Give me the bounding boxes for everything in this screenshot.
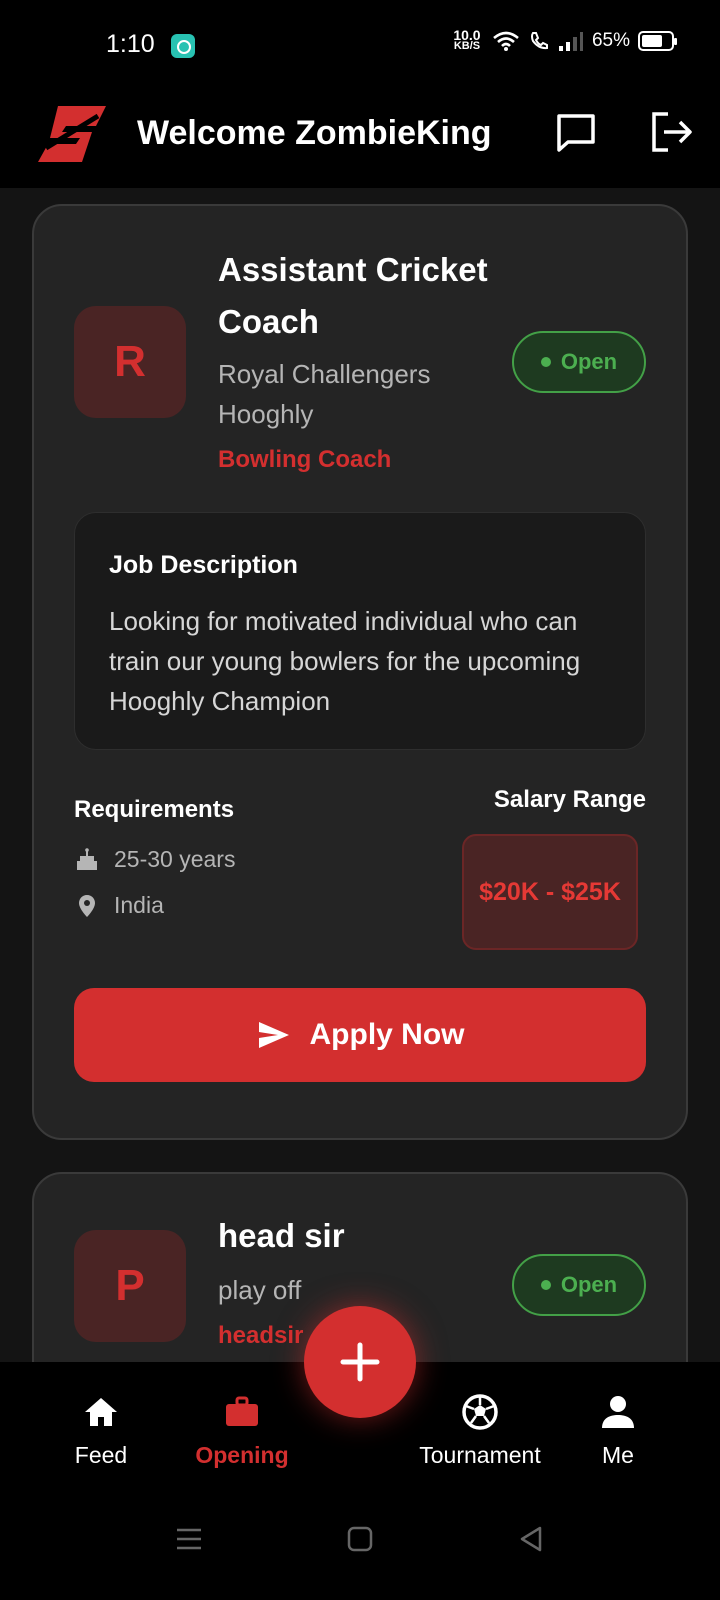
notification-app-icon xyxy=(171,34,195,58)
logout-icon[interactable] xyxy=(648,108,696,156)
location-pin-icon xyxy=(79,894,95,917)
chat-icon[interactable] xyxy=(552,108,600,156)
status-badge: Open xyxy=(512,1254,646,1316)
job-description-title: Job Description xyxy=(109,551,298,579)
status-badge-label: Open xyxy=(560,1272,618,1297)
nav-item-label: Feed xyxy=(74,1442,128,1468)
company-avatar: P xyxy=(74,1230,186,1342)
company-avatar: R xyxy=(74,306,186,418)
apply-now-label: Apply Now xyxy=(309,1018,465,1051)
nav-item-opening[interactable]: Opening xyxy=(192,1392,292,1469)
job-description-box: Job Description Looking for motivated in… xyxy=(74,512,646,750)
call-icon xyxy=(530,32,548,50)
network-speed-unit: KB/S xyxy=(453,40,481,52)
nav-item-label: Me xyxy=(602,1442,634,1468)
requirement-age-text: 25-30 years xyxy=(114,846,236,872)
status-badge: Open xyxy=(512,331,646,393)
plus-icon xyxy=(340,1342,380,1382)
job-category: headsir xyxy=(218,1322,304,1349)
cake-icon xyxy=(77,847,97,870)
salary-range-title: Salary Range xyxy=(493,786,646,813)
send-icon xyxy=(258,1022,289,1048)
brand-logo-icon xyxy=(38,106,106,162)
briefcase-icon xyxy=(226,1396,258,1426)
status-dot-icon xyxy=(540,357,551,367)
job-company: play off xyxy=(218,1275,302,1305)
job-title: Assistant Cricket Coach xyxy=(218,251,488,340)
person-icon xyxy=(602,1396,634,1428)
system-navigation-bar xyxy=(0,1482,720,1600)
home-icon xyxy=(85,1398,117,1426)
job-title: head sir xyxy=(218,1217,345,1254)
nav-item-tournament[interactable]: Tournament xyxy=(410,1392,550,1469)
add-button[interactable] xyxy=(304,1306,416,1418)
menu-icon[interactable] xyxy=(172,1522,206,1556)
job-card: R Assistant Cricket Coach Royal Challeng… xyxy=(32,204,688,1140)
salary-range-value: $20K - $25K xyxy=(462,834,638,950)
requirement-location-text: India xyxy=(114,892,164,918)
soccer-ball-icon xyxy=(462,1394,498,1430)
requirement-age: 25-30 years xyxy=(74,846,235,873)
requirement-location: India xyxy=(74,892,164,919)
status-badge-label: Open xyxy=(560,349,618,374)
requirements-title: Requirements xyxy=(74,796,235,823)
home-square-icon[interactable] xyxy=(343,1522,377,1556)
nav-item-label: Opening xyxy=(195,1442,289,1468)
job-list[interactable]: R Assistant Cricket Coach Royal Challeng… xyxy=(0,188,720,1362)
job-description-text: Looking for motivated individual who can… xyxy=(109,606,581,716)
nav-item-me[interactable]: Me xyxy=(590,1392,646,1469)
status-time: 1:10 xyxy=(106,30,155,58)
job-category: Bowling Coach xyxy=(218,446,392,473)
nav-item-feed[interactable]: Feed xyxy=(70,1392,132,1469)
nav-item-label: Tournament xyxy=(419,1442,541,1468)
status-indicators: 10.0 KB/S 65% xyxy=(450,28,677,52)
network-speed: 10.0 KB/S xyxy=(450,28,484,52)
page-title: Welcome ZombieKing xyxy=(137,114,492,152)
status-bar: 1:10 10.0 KB/S 65% xyxy=(0,0,720,86)
apply-now-button[interactable]: Apply Now xyxy=(74,988,646,1082)
battery-icon xyxy=(638,31,677,51)
app-bar: Welcome ZombieKing xyxy=(0,86,720,188)
back-icon[interactable] xyxy=(514,1522,548,1556)
signal-icon xyxy=(558,32,583,51)
battery-percent: 65% xyxy=(591,30,630,51)
wifi-icon xyxy=(493,31,519,51)
status-dot-icon xyxy=(540,1280,551,1290)
job-company: Royal Challengers Hooghly xyxy=(218,359,431,429)
